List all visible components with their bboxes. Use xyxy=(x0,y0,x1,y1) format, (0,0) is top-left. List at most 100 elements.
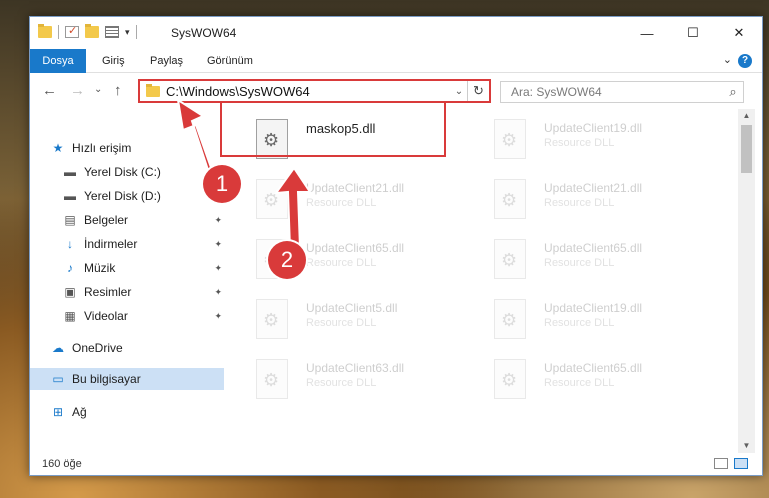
sidebar-item-label: Resimler xyxy=(84,285,132,299)
window-controls: — ☐ ✕ xyxy=(624,17,762,49)
dll-file-icon xyxy=(256,299,288,339)
refresh-icon[interactable]: ↻ xyxy=(467,81,489,101)
explorer-window: ▾ SysWOW64 — ☐ ✕ Dosya Giriş Paylaş Görü… xyxy=(29,16,763,476)
videos-icon: ▦ xyxy=(64,309,76,323)
search-icon[interactable]: ⌕ xyxy=(723,84,743,100)
window-title: SysWOW64 xyxy=(171,26,237,40)
pin-icon[interactable]: ✦ xyxy=(214,215,222,226)
file-type: Resource DLL xyxy=(544,197,615,209)
pin-icon[interactable]: ✦ xyxy=(214,311,222,322)
sidebar-item[interactable]: ♪ Müzik ✦ xyxy=(30,257,224,279)
dll-file-icon xyxy=(256,359,288,399)
sidebar-item[interactable]: ▦ Videolar ✦ xyxy=(30,305,224,327)
address-bar[interactable]: C:\Windows\SysWOW64 ⌄ ↻ xyxy=(138,79,491,103)
cloud-icon: ☁ xyxy=(52,341,64,355)
file-item[interactable]: UpdateClient21.dll Resource DLL xyxy=(236,177,466,231)
sidebar-item[interactable]: ☁ OneDrive xyxy=(30,337,224,359)
file-item[interactable]: UpdateClient5.dll Resource DLL xyxy=(236,297,466,351)
sidebar-item-label: Müzik xyxy=(84,261,116,275)
chevron-down-icon[interactable]: ⌄ xyxy=(451,86,467,97)
quick-access-toolbar: ▾ xyxy=(38,24,137,39)
close-button[interactable]: ✕ xyxy=(716,17,762,49)
sidebar-item[interactable]: ⊞ Ağ xyxy=(30,401,224,423)
scroll-thumb[interactable] xyxy=(741,125,752,173)
sidebar-item[interactable]: ▭ Bu bilgisayar xyxy=(30,368,224,390)
scroll-down-icon[interactable]: ▼ xyxy=(738,439,755,453)
file-item[interactable]: UpdateClient21.dll Resource DLL xyxy=(474,177,704,231)
sidebar-item-label: Belgeler xyxy=(84,213,129,227)
dll-file-icon xyxy=(494,119,526,159)
file-list: maskop5.dllUpdateClient19.dllResource DL… xyxy=(226,113,738,453)
search-box[interactable]: Ara: SysWOW64 ⌕ xyxy=(500,81,744,103)
file-name: UpdateClient63.dll xyxy=(306,361,405,375)
file-item[interactable]: UpdateClient19.dll Resource DLL xyxy=(474,117,704,171)
new-folder-icon[interactable] xyxy=(85,24,99,38)
sidebar-item-label: Yerel Disk (D:) xyxy=(84,189,161,203)
sidebar-item[interactable]: ▬Yerel Disk (C:)✦ xyxy=(30,161,224,183)
back-arrow-icon[interactable]: ← xyxy=(42,82,57,99)
sidebar-item[interactable]: ▬Yerel Disk (D:)✦ xyxy=(30,185,224,207)
dll-file-icon xyxy=(494,239,526,279)
vertical-scrollbar[interactable]: ▲ ▼ xyxy=(738,109,755,453)
file-item[interactable]: UpdateClient65.dll Resource DLL xyxy=(474,357,704,411)
file-type: Resource DLL xyxy=(544,257,615,269)
sidebar-item[interactable]: ↓ İndirmeler ✦ xyxy=(30,233,224,255)
file-type: Resource DLL xyxy=(306,317,377,329)
tiles-view-icon[interactable] xyxy=(734,458,748,469)
chevron-down-icon[interactable]: ⌄ xyxy=(723,53,732,66)
file-name: UpdateClient65.dll xyxy=(544,361,643,375)
pin-icon[interactable]: ✦ xyxy=(214,239,222,250)
properties-icon[interactable] xyxy=(65,24,79,38)
file-item[interactable]: UpdateClient65.dll Resource DLL xyxy=(474,237,704,291)
maximize-button[interactable]: ☐ xyxy=(670,17,716,49)
file-name: UpdateClient19.dll xyxy=(544,301,643,315)
file-name: UpdateClient21.dll xyxy=(306,181,405,195)
file-type: Resource DLL xyxy=(306,197,377,209)
customize-toolbar-icon[interactable]: ▾ xyxy=(125,27,130,38)
up-arrow-icon[interactable]: ↑ xyxy=(114,82,122,99)
file-name: UpdateClient19.dll xyxy=(544,121,643,135)
file-name: UpdateClient65.dll xyxy=(306,241,405,255)
tab-home[interactable]: Giriş xyxy=(90,49,137,73)
details-view-icon[interactable] xyxy=(714,458,728,469)
scroll-up-icon[interactable]: ▲ xyxy=(738,109,755,123)
sidebar-item[interactable]: ▣ Resimler ✦ xyxy=(30,281,224,303)
step-1-badge: 1 xyxy=(203,165,241,203)
title-bar: ▾ SysWOW64 — ☐ ✕ xyxy=(30,17,762,49)
address-path[interactable]: C:\Windows\SysWOW64 xyxy=(166,84,451,99)
tab-view[interactable]: Görünüm xyxy=(195,49,265,73)
dll-file-icon xyxy=(494,299,526,339)
item-count: 160 öğe xyxy=(42,458,82,470)
tab-share[interactable]: Paylaş xyxy=(138,49,195,73)
documents-icon: ▤ xyxy=(64,213,76,227)
folder-icon xyxy=(146,83,160,97)
sidebar-item[interactable]: ★ Hızlı erişim xyxy=(30,137,224,159)
file-type: Resource DLL xyxy=(306,377,377,389)
pin-icon[interactable]: ✦ xyxy=(214,287,222,298)
minimize-button[interactable]: — xyxy=(624,17,670,49)
view-icon[interactable] xyxy=(105,26,119,38)
dll-file-icon xyxy=(494,179,526,219)
file-item[interactable]: UpdateClient19.dll Resource DLL xyxy=(474,297,704,351)
sidebar-item-label: Ağ xyxy=(72,405,87,419)
file-item[interactable]: UpdateClient63.dll Resource DLL xyxy=(236,357,466,411)
help-icon[interactable]: ? xyxy=(738,54,752,68)
drive-icon: ▬ xyxy=(64,165,76,179)
separator xyxy=(135,25,137,39)
network-icon: ⊞ xyxy=(52,405,64,419)
search-input[interactable]: Ara: SysWOW64 xyxy=(501,85,723,99)
pin-icon[interactable]: ✦ xyxy=(214,263,222,274)
sidebar-item[interactable]: ▤ Belgeler ✦ xyxy=(30,209,224,231)
dll-file-icon xyxy=(256,179,288,219)
tab-file[interactable]: Dosya xyxy=(30,49,86,73)
forward-arrow-icon[interactable]: → xyxy=(70,82,85,99)
file-type: Resource DLL xyxy=(544,377,615,389)
recent-locations-icon[interactable]: ⌄ xyxy=(94,84,102,95)
computer-icon: ▭ xyxy=(52,372,64,386)
file-name: UpdateClient21.dll xyxy=(544,181,643,195)
file-highlight-box xyxy=(220,101,446,157)
file-type: Resource DLL xyxy=(544,137,615,149)
separator xyxy=(58,25,59,39)
file-name: UpdateClient5.dll xyxy=(306,301,398,315)
sidebar-item-label: İndirmeler xyxy=(84,237,138,251)
